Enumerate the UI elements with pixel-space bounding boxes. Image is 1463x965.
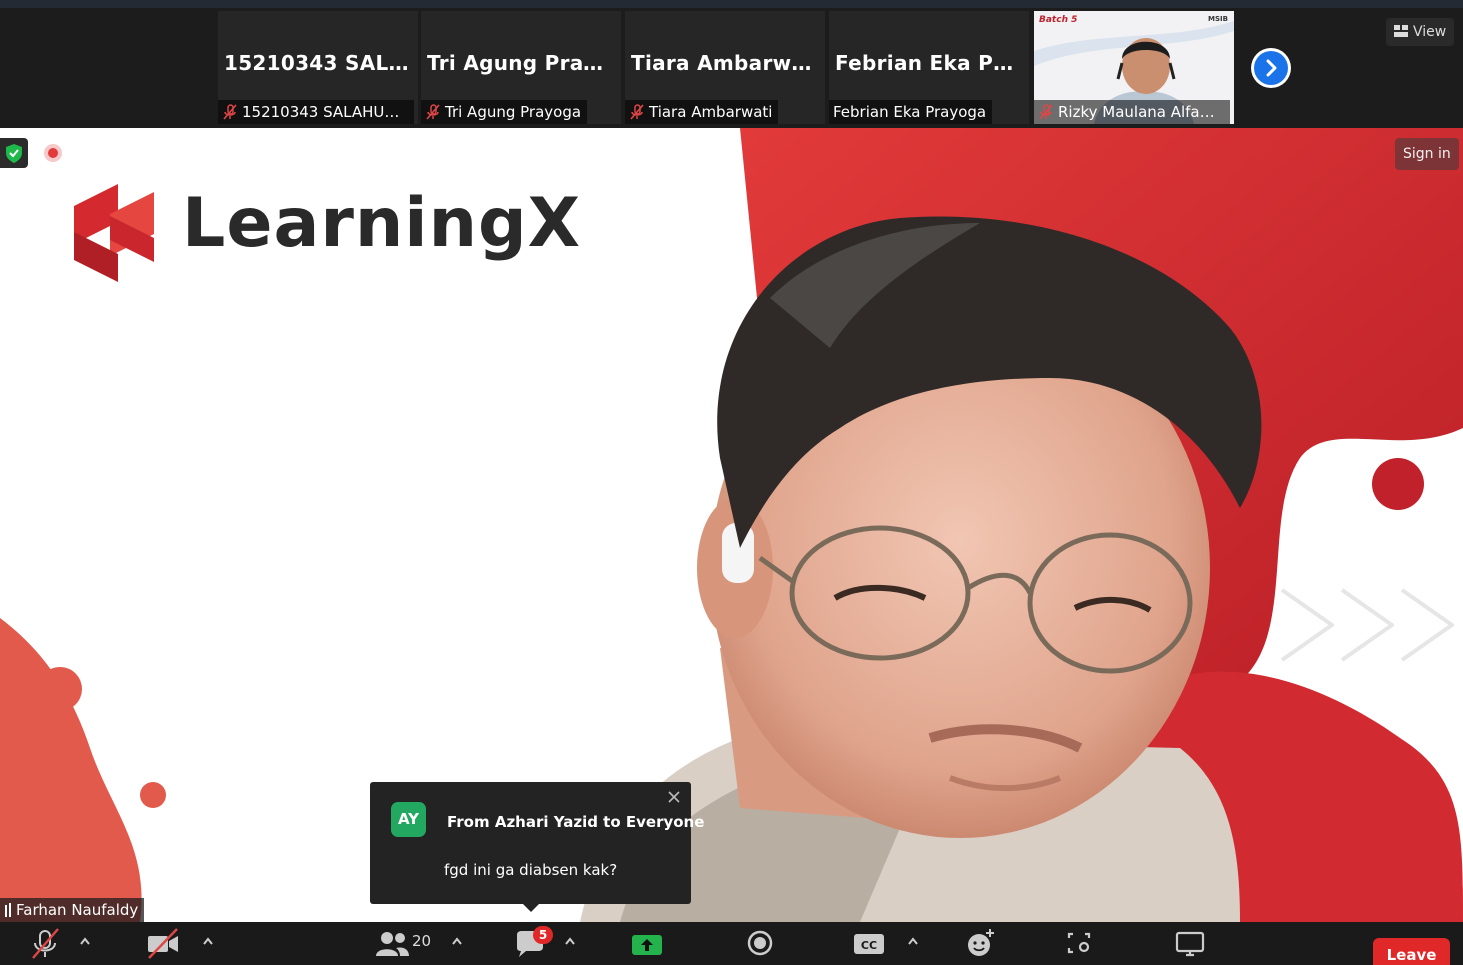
chat-sender-line: From Azhari Yazid to Everyone [447, 813, 705, 831]
chat-notification-popup[interactable]: AY From Azhari Yazid to Everyone fgd ini… [370, 782, 704, 912]
participant-name-label: Febrian Eka Prayoga [829, 100, 993, 124]
zoom-meeting-window: LearningX Sign in Farhan Naufaldy AY Fro… [0, 0, 1463, 965]
share-screen-button[interactable] [631, 926, 663, 960]
chat-sender-avatar: AY [391, 802, 426, 837]
recording-icon[interactable] [42, 142, 64, 164]
chat-unread-badge: 5 [533, 926, 553, 944]
participant-label-text: Rizky Maulana Alfauzan [1058, 103, 1230, 121]
security-shield-icon[interactable] [0, 138, 28, 168]
leave-button[interactable]: Leave [1373, 938, 1450, 965]
participant-tile[interactable]: Febrian Eka Pra... Febrian Eka Prayoga [829, 11, 1029, 124]
next-page-button[interactable] [1251, 48, 1291, 88]
participant-label-text: Tri Agung Prayoga [445, 103, 582, 121]
close-icon[interactable] [667, 790, 681, 804]
participant-name-label: Rizky Maulana Alfauzan [1034, 100, 1230, 124]
participants-count: 20 [412, 932, 432, 950]
participant-label-text: 15210343 SALAHUDI... [242, 103, 414, 121]
chat-message-text: fgd ini ga diabsen kak? [444, 861, 618, 879]
participant-display-name: Tiara Ambarwati [631, 51, 823, 75]
popup-tail [522, 903, 540, 912]
strip-top-border [0, 0, 1463, 8]
cc-icon: CC [854, 934, 884, 954]
video-off-icon [148, 928, 178, 959]
apps-button[interactable] [1066, 926, 1092, 960]
audio-options-caret[interactable] [79, 936, 91, 946]
view-button[interactable]: View [1386, 18, 1455, 46]
audio-bars-icon [5, 903, 11, 917]
participants-button[interactable] [374, 926, 410, 960]
participant-label-text: Febrian Eka Prayoga [833, 103, 987, 121]
mic-muted-icon [1039, 104, 1053, 120]
video-options-caret[interactable] [202, 936, 214, 946]
record-button[interactable] [745, 926, 775, 960]
participant-tile[interactable]: Tri Agung Prayo... Tri Agung Prayoga [421, 11, 621, 124]
participants-options-caret[interactable] [451, 936, 463, 946]
sign-in-button[interactable]: Sign in [1395, 138, 1459, 170]
participant-display-name: Febrian Eka Pra... [835, 51, 1029, 75]
participant-name-label: Tri Agung Prayoga [421, 100, 588, 124]
participant-strip: 15210343 SALA... 15210343 SALAHUDI... Tr… [0, 0, 1463, 128]
participant-name-label: 15210343 SALAHUDI... [218, 100, 414, 124]
participant-display-name: 15210343 SALA... [224, 51, 418, 75]
participant-video-tile[interactable]: Batch 5 MSIB Rizky Maulana Alfauzan [1034, 11, 1234, 124]
video-overlay-batch: Batch 5 [1039, 15, 1078, 25]
whiteboard-button[interactable] [1175, 926, 1205, 960]
mic-muted-icon [426, 104, 440, 120]
closed-caption-button[interactable]: CC [853, 926, 885, 960]
learningx-logo-text: LearningX [182, 184, 582, 263]
participant-label-text: Tiara Ambarwati [649, 103, 773, 121]
participant-tile[interactable]: Tiara Ambarwati Tiara Ambarwati [625, 11, 825, 124]
apps-icon [1067, 932, 1091, 954]
grid-view-icon [1394, 25, 1408, 37]
reactions-button[interactable] [965, 926, 997, 960]
mic-muted-icon [32, 928, 59, 959]
whiteboard-icon [1175, 931, 1205, 957]
video-overlay-brand: MSIB [1208, 15, 1228, 23]
svg-text:CC: CC [861, 939, 877, 952]
record-icon [747, 930, 773, 956]
participant-display-name: Tri Agung Prayo... [427, 51, 621, 75]
cc-options-caret[interactable] [907, 936, 919, 946]
chevron-right-icon [1254, 51, 1288, 85]
meeting-toolbar: 20 5 CC Leave [0, 922, 1463, 965]
mic-muted-icon [630, 104, 644, 120]
view-label: View [1413, 24, 1447, 40]
mic-muted-icon [223, 104, 237, 120]
participant-name-label: Tiara Ambarwati [625, 100, 779, 124]
active-speaker-name: Farhan Naufaldy [0, 898, 145, 922]
chat-options-caret[interactable] [564, 936, 576, 946]
unmute-button[interactable] [28, 926, 62, 960]
participant-tile[interactable]: 15210343 SALA... 15210343 SALAHUDI... [218, 11, 418, 124]
smiley-icon [968, 929, 994, 956]
start-video-button[interactable] [145, 926, 181, 960]
speaker-name-text: Farhan Naufaldy [16, 901, 139, 919]
participants-icon [376, 932, 409, 956]
